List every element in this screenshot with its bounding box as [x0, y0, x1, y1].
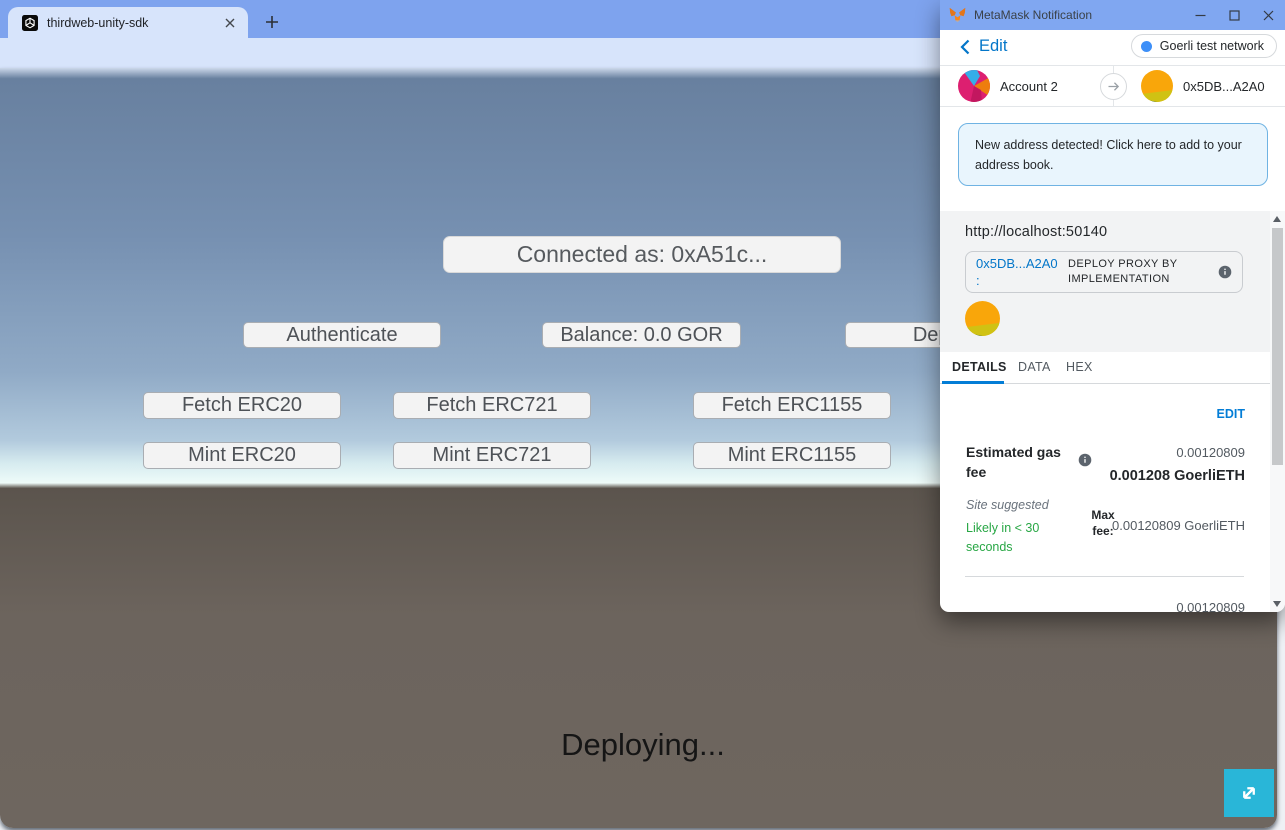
tx-method: DEPLOY PROXY BY IMPLEMENTATION [1068, 257, 1218, 287]
accounts-row: Account 2 0x5DB...A2A0 [940, 66, 1285, 107]
scrollbar-thumb[interactable] [1272, 228, 1283, 465]
transaction-summary-section: http://localhost:50140 0x5DB...A2A0 : DE… [940, 211, 1270, 352]
screen: thirdweb-unity-sdk localhost:50140 [0, 0, 1285, 830]
tab-data[interactable]: DATA [1018, 360, 1051, 374]
connected-as-button[interactable]: Connected as: 0xA51c... [443, 236, 841, 273]
edit-gas-link[interactable]: EDIT [1217, 407, 1245, 421]
tab-close-icon[interactable] [222, 15, 238, 31]
expand-arrows-icon [1232, 776, 1266, 810]
deploying-status-text: Deploying... [443, 727, 843, 763]
transaction-method-box: 0x5DB...A2A0 : DEPLOY PROXY BY IMPLEMENT… [965, 251, 1243, 293]
network-badge[interactable]: Goerli test network [1131, 34, 1277, 58]
tab-details[interactable]: DETAILS [952, 360, 1007, 374]
gas-amount-secondary: 0.00120809 [1176, 445, 1245, 460]
balance-button[interactable]: Balance: 0.0 GOR [542, 322, 741, 348]
gas-info-icon[interactable] [1078, 453, 1092, 467]
section-divider [965, 576, 1244, 577]
network-badge-label: Goerli test network [1160, 39, 1264, 53]
metamask-popup: MetaMask Notification Edit Goerli test n… [940, 0, 1285, 612]
tx-address: 0x5DB...A2A0 [976, 256, 1058, 271]
scroll-up-icon[interactable] [1273, 216, 1281, 222]
minimize-icon[interactable] [1183, 0, 1217, 30]
metamask-window-title: MetaMask Notification [974, 8, 1183, 22]
mint-erc1155-button[interactable]: Mint ERC1155 [693, 442, 891, 469]
fetch-erc20-button[interactable]: Fetch ERC20 [143, 392, 341, 419]
from-account-name: Account 2 [1000, 79, 1058, 94]
metamask-fox-icon [949, 7, 966, 23]
metamask-titlebar: MetaMask Notification [940, 0, 1285, 30]
new-tab-button[interactable] [258, 8, 286, 36]
from-account-avatar [958, 70, 990, 102]
unity-favicon-icon [22, 15, 38, 31]
maximize-icon[interactable] [1217, 0, 1251, 30]
mint-erc20-button[interactable]: Mint ERC20 [143, 442, 341, 469]
max-fee-value: 0.00120809 GoerliETH [1112, 518, 1245, 533]
from-account[interactable]: Account 2 [958, 70, 1058, 102]
edit-back-label: Edit [979, 37, 1007, 56]
network-dot-icon [1141, 41, 1152, 52]
popup-scrollbar[interactable] [1270, 211, 1285, 612]
site-suggested-label: Site suggested [966, 498, 1049, 512]
tx-colon: : [976, 273, 980, 288]
metamask-header: Edit Goerli test network [940, 30, 1285, 66]
close-icon[interactable] [1251, 0, 1285, 30]
method-info-icon[interactable] [1218, 265, 1232, 279]
chevron-left-icon [960, 39, 970, 55]
gas-amount-primary: 0.001208 GoerliETH [1110, 468, 1245, 484]
to-account[interactable]: 0x5DB...A2A0 [1141, 70, 1265, 102]
gas-time-estimate: Likely in < 30 seconds [966, 519, 1058, 557]
browser-tab[interactable]: thirdweb-unity-sdk [8, 7, 248, 38]
transfer-arrow-icon [1100, 73, 1127, 100]
fullscreen-button[interactable] [1224, 769, 1274, 817]
mint-erc721-button[interactable]: Mint ERC721 [393, 442, 591, 469]
authenticate-button[interactable]: Authenticate [243, 322, 441, 348]
active-tab-underline [942, 381, 1004, 384]
detail-tabs: DETAILS DATA HEX [940, 352, 1270, 384]
new-address-alert[interactable]: New address detected! Click here to add … [958, 123, 1268, 186]
scroll-down-icon[interactable] [1273, 601, 1281, 607]
total-amount-partial: 0.00120809 [1176, 600, 1245, 612]
to-address-short: 0x5DB...A2A0 [1183, 79, 1265, 94]
edit-back-button[interactable]: Edit [960, 37, 1007, 56]
tab-hex[interactable]: HEX [1066, 360, 1093, 374]
estimated-gas-fee-label: Estimated gas fee [966, 442, 1070, 482]
contract-avatar [965, 301, 1000, 336]
fetch-erc721-button[interactable]: Fetch ERC721 [393, 392, 591, 419]
tab-title: thirdweb-unity-sdk [47, 16, 222, 30]
fetch-erc1155-button[interactable]: Fetch ERC1155 [693, 392, 891, 419]
origin-url: http://localhost:50140 [965, 224, 1107, 240]
to-account-avatar [1141, 70, 1173, 102]
